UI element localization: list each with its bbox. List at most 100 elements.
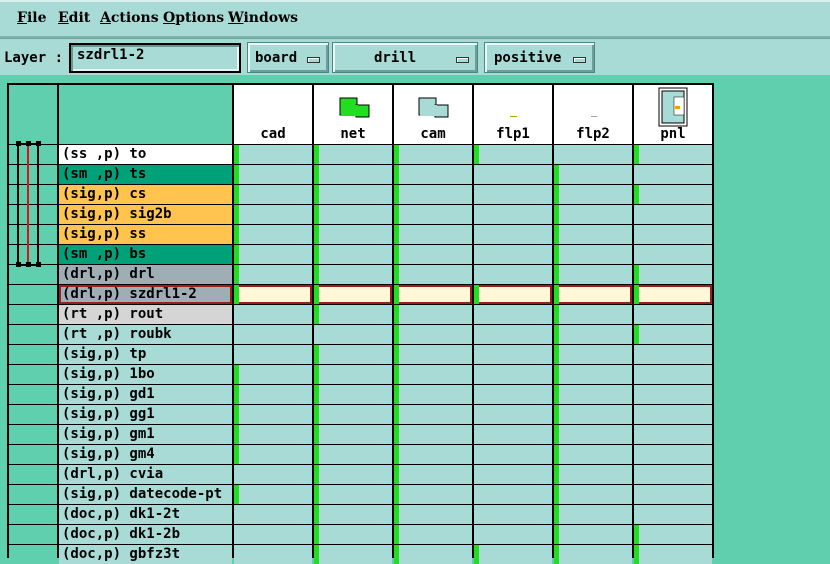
layer-row-name[interactable]: (sig,p) datecode-pt [59,485,232,504]
matrix-cell[interactable] [474,225,552,244]
matrix-cell[interactable] [234,205,312,224]
matrix-cell[interactable] [394,245,472,264]
matrix-cell[interactable] [394,525,472,544]
layer-row-name[interactable]: (drl,p) cvia [59,465,232,484]
matrix-cell[interactable] [314,245,392,264]
matrix-cell[interactable] [554,205,632,224]
matrix-cell[interactable] [474,405,552,424]
matrix-cell[interactable] [474,485,552,504]
matrix-cell[interactable] [474,385,552,404]
matrix-cell[interactable] [554,285,632,304]
matrix-cell[interactable] [554,545,632,564]
matrix-cell[interactable] [234,245,312,264]
matrix-cell[interactable] [474,245,552,264]
matrix-cell[interactable] [314,505,392,524]
matrix-cell[interactable] [234,225,312,244]
step-header-flp2[interactable]: flp2 [554,85,632,144]
matrix-cell[interactable] [634,505,712,524]
layer-row-name[interactable]: (sig,p) gm4 [59,445,232,464]
matrix-cell[interactable] [554,185,632,204]
matrix-cell[interactable] [474,305,552,324]
matrix-cell[interactable] [234,425,312,444]
matrix-cell[interactable] [314,545,392,564]
matrix-cell[interactable] [234,305,312,324]
matrix-cell[interactable] [634,285,712,304]
matrix-cell[interactable] [474,445,552,464]
matrix-cell[interactable] [394,165,472,184]
matrix-cell[interactable] [474,525,552,544]
layer-row-name[interactable]: (rt ,p) rout [59,305,232,324]
menu-file[interactable]: File [17,10,47,26]
matrix-cell[interactable] [634,305,712,324]
matrix-cell[interactable] [634,325,712,344]
matrix-cell[interactable] [474,465,552,484]
matrix-cell[interactable] [394,345,472,364]
layer-row-name[interactable]: (sig,p) gd1 [59,385,232,404]
step-header-cad[interactable]: cad [234,85,312,144]
layer-row-name[interactable]: (doc,p) dk1-2t [59,505,232,524]
matrix-cell[interactable] [394,305,472,324]
layer-type-menu-button[interactable]: drill [332,42,478,73]
matrix-cell[interactable] [394,365,472,384]
matrix-cell[interactable] [554,165,632,184]
matrix-cell[interactable] [394,465,472,484]
matrix-cell[interactable] [234,265,312,284]
layer-row-name[interactable]: (sig,p) gg1 [59,405,232,424]
matrix-cell[interactable] [314,345,392,364]
matrix-cell[interactable] [474,185,552,204]
matrix-cell[interactable] [234,285,312,304]
matrix-cell[interactable] [634,405,712,424]
matrix-cell[interactable] [554,425,632,444]
matrix-cell[interactable] [314,485,392,504]
matrix-cell[interactable] [634,165,712,184]
matrix-cell[interactable] [554,385,632,404]
matrix-cell[interactable] [634,365,712,384]
matrix-cell[interactable] [554,225,632,244]
matrix-cell[interactable] [234,445,312,464]
matrix-cell[interactable] [474,365,552,384]
matrix-cell[interactable] [234,345,312,364]
matrix-cell[interactable] [394,485,472,504]
matrix-cell[interactable] [474,265,552,284]
matrix-cell[interactable] [634,345,712,364]
layer-row-name[interactable]: (sig,p) 1bo [59,365,232,384]
matrix-cell[interactable] [314,425,392,444]
matrix-cell[interactable] [474,145,552,164]
matrix-cell[interactable] [314,285,392,304]
step-header-cam[interactable]: cam [394,85,472,144]
matrix-cell[interactable] [234,405,312,424]
matrix-cell[interactable] [234,545,312,564]
matrix-cell[interactable] [554,485,632,504]
layer-row-name[interactable]: (ss ,p) to [59,145,232,164]
matrix-cell[interactable] [394,185,472,204]
matrix-cell[interactable] [394,425,472,444]
matrix-cell[interactable] [554,265,632,284]
matrix-cell[interactable] [634,185,712,204]
layer-row-name[interactable]: (sig,p) tp [59,345,232,364]
matrix-cell[interactable] [554,245,632,264]
matrix-cell[interactable] [474,205,552,224]
matrix-cell[interactable] [314,185,392,204]
matrix-cell[interactable] [394,405,472,424]
matrix-cell[interactable] [234,485,312,504]
matrix-cell[interactable] [234,325,312,344]
matrix-cell[interactable] [634,425,712,444]
menu-options[interactable]: Options [163,10,224,26]
step-header-net[interactable]: net [314,85,392,144]
matrix-cell[interactable] [554,465,632,484]
matrix-cell[interactable] [634,145,712,164]
matrix-cell[interactable] [234,525,312,544]
layer-row-name[interactable]: (sig,p) cs [59,185,232,204]
matrix-cell[interactable] [234,165,312,184]
step-header-flp1[interactable]: flp1 [474,85,552,144]
matrix-cell[interactable] [314,145,392,164]
matrix-cell[interactable] [474,425,552,444]
menu-edit[interactable]: Edit [58,10,90,26]
layer-row-name[interactable]: (sig,p) ss [59,225,232,244]
matrix-cell[interactable] [634,465,712,484]
matrix-cell[interactable] [314,385,392,404]
layer-row-name[interactable]: (drl,p) szdrl1-2 [59,285,232,304]
layer-row-name[interactable]: (sm ,p) ts [59,165,232,184]
layer-row-name[interactable]: (sig,p) sig2b [59,205,232,224]
matrix-cell[interactable] [554,525,632,544]
